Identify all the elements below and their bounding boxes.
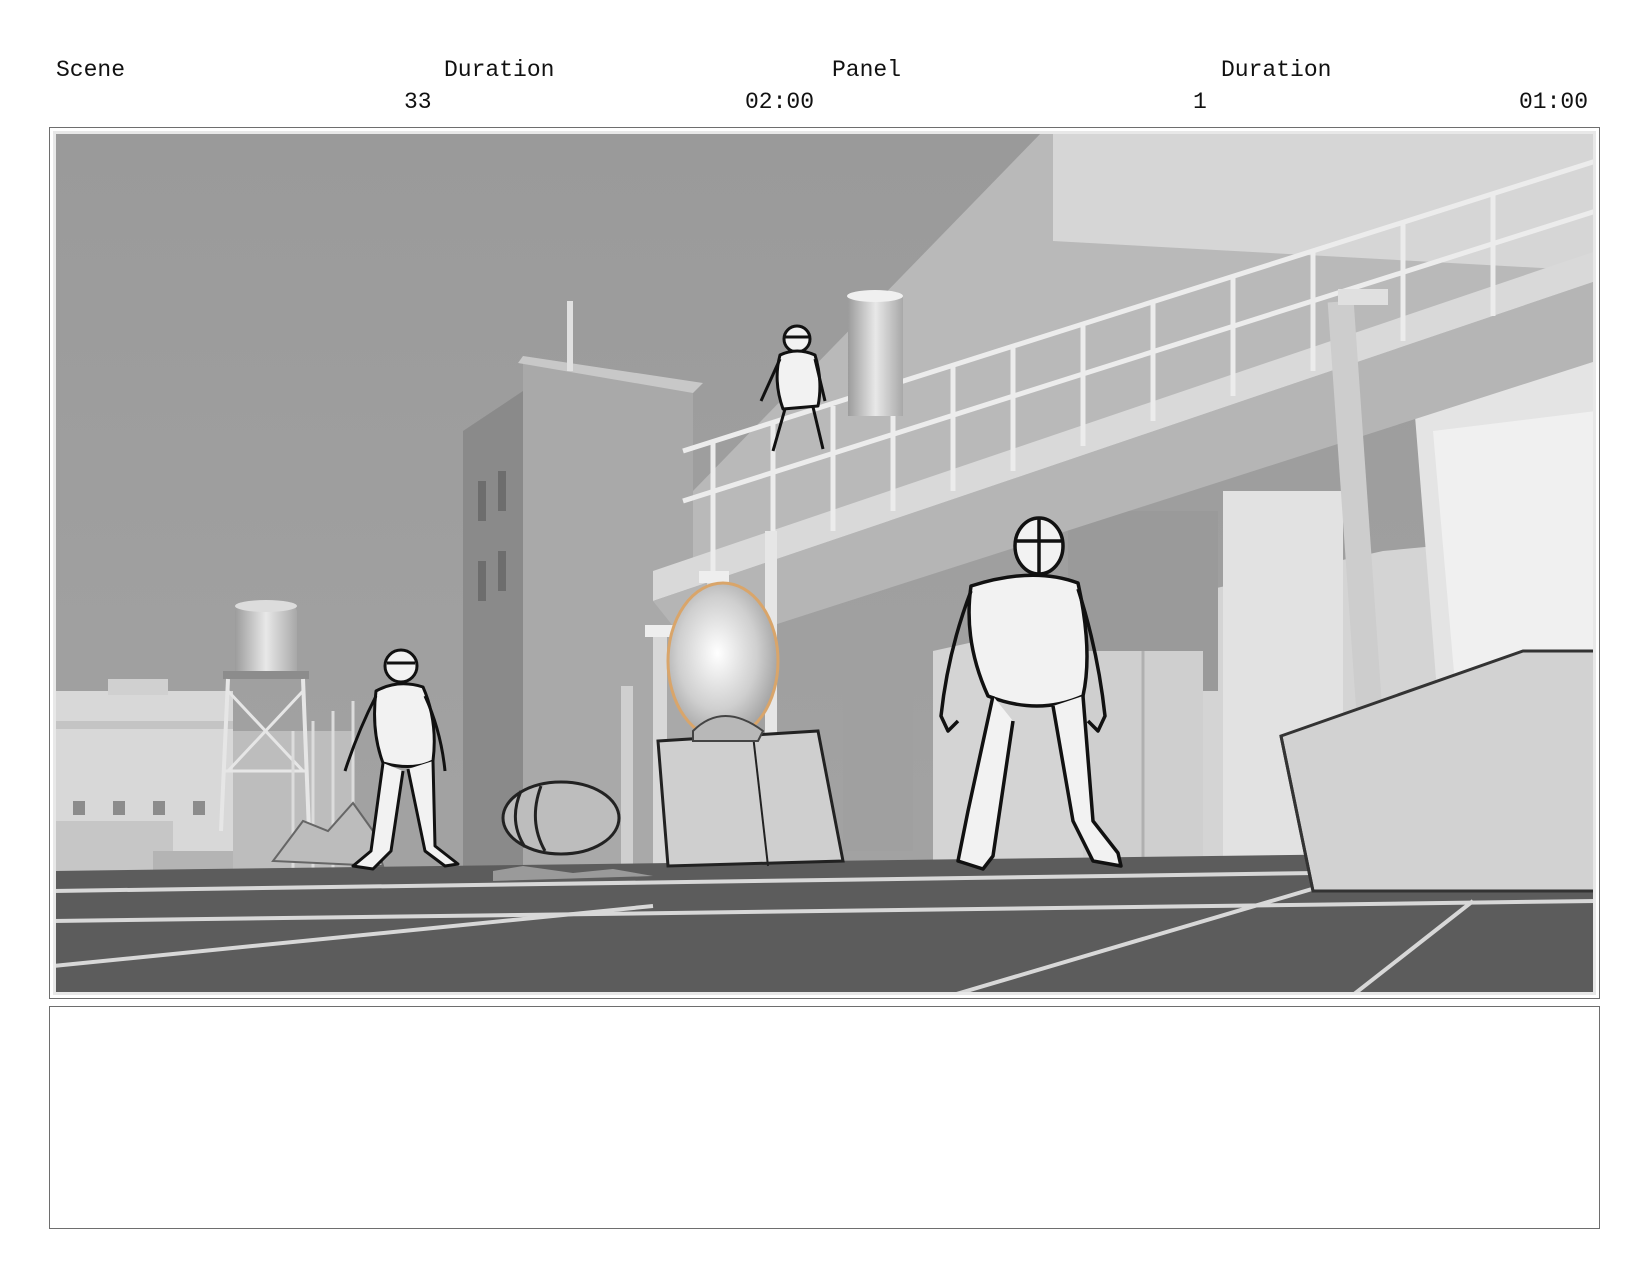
panel-label: Panel [832, 57, 902, 83]
scene-duration-value: 02:00 [745, 89, 815, 115]
panel-notes-box [49, 1006, 1600, 1229]
panel-duration-value: 01:00 [1519, 89, 1589, 115]
scene-label: Scene [56, 57, 126, 83]
crate-center [656, 729, 845, 868]
panel-notes-text [50, 1007, 1599, 1031]
scene-number: 33 [404, 89, 432, 115]
rooftop-tank [847, 290, 903, 416]
barrel [501, 780, 621, 856]
panel-number: 1 [1193, 89, 1207, 115]
storyboard-sketch [53, 131, 1596, 995]
storyboard-panel [49, 127, 1600, 999]
scene-duration-label: Duration [444, 57, 555, 83]
panel-duration-label: Duration [1221, 57, 1332, 83]
urn [666, 581, 780, 742]
